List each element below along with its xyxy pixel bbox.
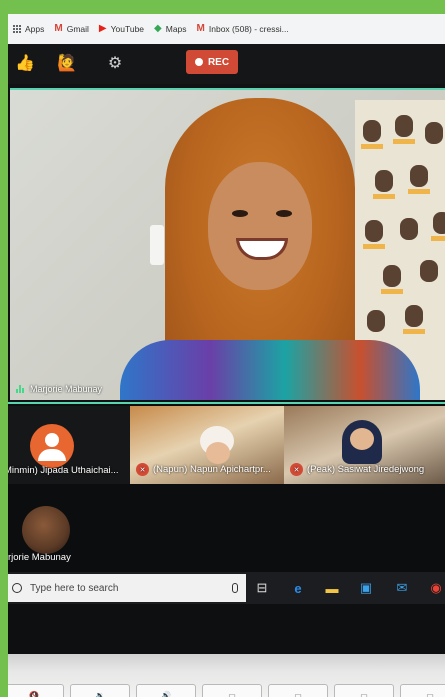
thumbs-up-icon[interactable]: 👍 [14, 52, 36, 74]
speaker-name: Marjorie Mabunay [30, 384, 103, 394]
gmail-icon: M [54, 23, 63, 34]
speaker-face [208, 162, 312, 290]
file-explorer-icon[interactable]: ▬ [322, 578, 342, 598]
chrome-icon[interactable]: ◉ [426, 578, 445, 598]
participant-tile[interactable]: ✕ (Napun) Napun Apichartpr... [130, 406, 284, 484]
gear-icon[interactable]: ⚙ [104, 52, 126, 74]
bookmark-youtube-label: YouTube [110, 24, 145, 34]
apps-grid-icon [12, 25, 21, 34]
maps-icon: ◆ [154, 23, 162, 34]
bookmark-maps[interactable]: ◆ Maps [154, 23, 187, 35]
participant-name: ✕ (Peak) Sasiwat Jiredejwong [290, 463, 424, 476]
bookmark-apps[interactable]: Apps [12, 24, 44, 34]
windows-taskbar: Type here to search ⊟ e ▬ ▣ ✉ ◉ [8, 572, 445, 604]
participant-gallery: Minmin) Jipada Uthaichai... ✕ (Napun) Na… [8, 402, 445, 484]
profile-photo[interactable] [22, 506, 70, 554]
participant-tile[interactable]: ✕ (Peak) Sasiwat Jiredejwong [284, 406, 445, 484]
keyboard-key: ▭ [334, 684, 394, 697]
wall-lamp [150, 225, 164, 265]
mail-icon[interactable]: ✉ [392, 578, 412, 598]
speaker-eye [276, 210, 292, 217]
speaker-name-tag: Marjorie Mabunay [16, 384, 102, 394]
participant-name: ✕ (Napun) Napun Apichartpr... [136, 463, 271, 476]
store-icon[interactable]: ▣ [356, 578, 376, 598]
record-label: REC [207, 56, 230, 68]
meeting-toolbar: 👍 🙋 ⚙ REC [8, 44, 445, 84]
audio-level-icon [16, 385, 24, 393]
bookmark-gmail[interactable]: M Gmail [54, 23, 89, 35]
keyboard-key: ▭ [268, 684, 328, 697]
keyboard-key: 🔉 [70, 684, 130, 697]
record-dot-icon [194, 58, 203, 66]
bookmark-maps-label: Maps [165, 24, 187, 34]
user-avatar-icon [30, 424, 74, 468]
bookmark-gmail-label: Gmail [66, 24, 89, 34]
speaker-eye [232, 210, 248, 217]
participant-tile[interactable]: Minmin) Jipada Uthaichai... [8, 406, 130, 484]
record-button[interactable]: REC [186, 50, 238, 74]
child-face [350, 428, 374, 450]
keyboard-key: 🔊 [136, 684, 196, 697]
youtube-icon: ▶ [98, 23, 107, 34]
edge-icon[interactable]: e [288, 578, 308, 598]
gmail-icon: M [196, 23, 205, 34]
participant-name: Minmin) Jipada Uthaichai... [8, 465, 119, 476]
active-speaker-video[interactable]: Marjorie Mabunay [10, 88, 445, 400]
taskbar-search[interactable]: Type here to search [8, 574, 246, 602]
search-placeholder: Type here to search [30, 582, 119, 594]
monitor-bezel [8, 604, 445, 654]
child-face [206, 442, 230, 464]
self-view-row: rjorie Mabunay [8, 484, 445, 572]
keyboard-key: ▭ [202, 684, 262, 697]
mic-muted-icon: ✕ [290, 463, 303, 476]
monitor-screen: Apps M Gmail ▶ YouTube ◆ Maps M Inbox (5… [8, 14, 445, 697]
search-icon [12, 583, 22, 593]
keyboard-key: ▭ [400, 684, 445, 697]
bookmarks-bar: Apps M Gmail ▶ YouTube ◆ Maps M Inbox (5… [8, 14, 445, 44]
bookmark-inbox-label: Inbox (508) - cressi... [208, 24, 289, 34]
self-view-name: rjorie Mabunay [8, 552, 71, 563]
bookmark-inbox[interactable]: M Inbox (508) - cressi... [196, 23, 289, 35]
microphone-icon[interactable] [232, 583, 238, 593]
bookmark-youtube[interactable]: ▶ YouTube [98, 23, 145, 35]
keyboard-key: 🔇 [8, 684, 64, 697]
speaker-shirt [120, 340, 420, 400]
mic-muted-icon: ✕ [136, 463, 149, 476]
task-view-icon[interactable]: ⊟ [252, 578, 272, 598]
bookmark-apps-label: Apps [25, 24, 45, 34]
keyboard-deck: 🔇 🔉 🔊 ▭ ▭ ▭ ▭ [8, 654, 445, 697]
raise-hand-icon[interactable]: 🙋 [56, 52, 78, 74]
